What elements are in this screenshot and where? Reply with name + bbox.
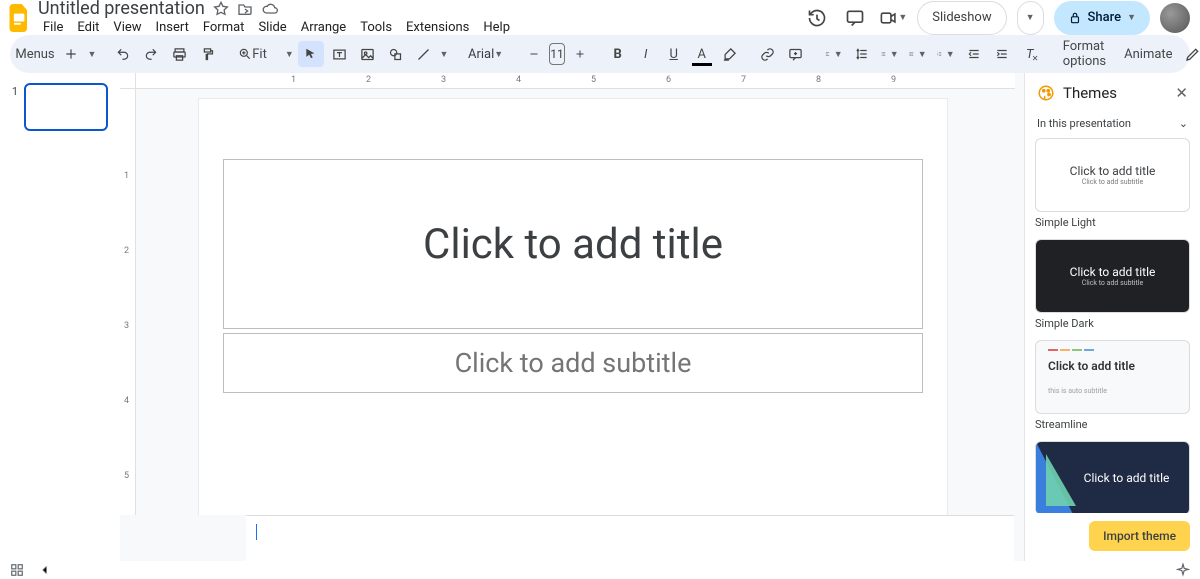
chevron-down-icon: ⌄ xyxy=(1179,117,1188,130)
themes-panel: Themes ✕ In this presentation ⌄ Click to… xyxy=(1024,73,1200,561)
align-button[interactable]: ▼ xyxy=(821,41,847,67)
insert-link-button[interactable] xyxy=(755,41,781,67)
history-icon[interactable] xyxy=(803,4,831,32)
doc-title[interactable]: Untitled presentation xyxy=(38,0,205,19)
themes-section-toggle[interactable]: In this presentation ⌄ xyxy=(1025,113,1200,138)
font-family-select[interactable]: Arial▼ xyxy=(462,42,509,66)
font-size-decrease[interactable] xyxy=(521,41,547,67)
redo-button[interactable] xyxy=(138,41,164,67)
move-icon[interactable] xyxy=(237,1,253,17)
import-theme-button[interactable]: Import theme xyxy=(1089,521,1190,551)
undo-button[interactable] xyxy=(110,41,136,67)
shape-tool[interactable] xyxy=(382,41,408,67)
clear-formatting-button[interactable]: T✕ xyxy=(1017,41,1043,67)
bold-button[interactable]: B xyxy=(605,41,631,67)
paint-format-button[interactable] xyxy=(194,41,220,67)
theme-label: Simple Dark xyxy=(1035,317,1190,330)
theme-streamline[interactable]: Click to add title this is auto subtitle xyxy=(1035,340,1190,414)
ruler-vertical[interactable]: 1 2 3 4 5 xyxy=(120,89,136,515)
indent-decrease-button[interactable] xyxy=(961,41,987,67)
theme-label: Simple Light xyxy=(1035,216,1190,229)
comments-icon[interactable] xyxy=(841,4,869,32)
numbered-list-button[interactable]: 123▼ xyxy=(933,41,959,67)
toolbar: Menus ▼ Fit▼ ▼ Arial▼ 11 B I U A ▼ ▼ ▼ 1… xyxy=(10,35,1190,73)
close-icon[interactable]: ✕ xyxy=(1175,84,1188,102)
print-button[interactable] xyxy=(166,41,192,67)
theme-simple-light[interactable]: Click to add title Click to add subtitle xyxy=(1035,138,1190,212)
star-icon[interactable] xyxy=(213,1,229,17)
subtitle-placeholder[interactable]: Click to add subtitle xyxy=(223,333,923,393)
filmstrip: 1 xyxy=(0,73,120,561)
theme-focus[interactable]: Click to add title xyxy=(1035,441,1190,513)
prev-slide-icon[interactable] xyxy=(36,561,54,579)
font-size-increase[interactable] xyxy=(567,41,593,67)
format-options-button[interactable]: Format options xyxy=(1055,41,1114,67)
speaker-notes[interactable] xyxy=(246,515,1014,561)
italic-button[interactable]: I xyxy=(633,41,659,67)
highlight-color-button[interactable] xyxy=(717,41,743,67)
indent-increase-button[interactable] xyxy=(989,41,1015,67)
font-size-input[interactable]: 11 xyxy=(549,43,565,65)
share-button[interactable]: Share▼ xyxy=(1054,1,1150,35)
meet-icon[interactable]: ▼ xyxy=(879,4,907,32)
textbox-tool[interactable] xyxy=(326,41,352,67)
app-logo[interactable] xyxy=(8,6,32,30)
slide-canvas[interactable]: Click to add title Click to add subtitle xyxy=(199,99,947,515)
line-tool-dropdown[interactable]: ▼ xyxy=(438,41,450,67)
line-tool[interactable] xyxy=(410,41,436,67)
account-avatar[interactable] xyxy=(1160,3,1190,33)
image-tool[interactable] xyxy=(354,41,380,67)
slideshow-button[interactable]: Slideshow xyxy=(917,1,1006,35)
text-color-button[interactable]: A xyxy=(689,41,715,67)
cloud-status-icon[interactable] xyxy=(261,1,279,17)
theme-label: Streamline xyxy=(1035,418,1190,431)
new-slide-button[interactable] xyxy=(58,41,84,67)
title-placeholder[interactable]: Click to add title xyxy=(223,159,923,329)
animate-button[interactable]: Animate xyxy=(1116,41,1180,67)
zoom-fit-dropdown[interactable]: Fit▼ xyxy=(260,41,286,67)
themes-title: Themes xyxy=(1063,84,1117,102)
line-spacing-button[interactable] xyxy=(849,41,875,67)
select-tool[interactable] xyxy=(298,41,324,67)
slide-thumbnail-1[interactable] xyxy=(24,83,108,131)
theme-simple-dark[interactable]: Click to add title Click to add subtitle xyxy=(1035,239,1190,313)
search-menus[interactable]: Menus xyxy=(20,41,46,67)
insert-comment-button[interactable] xyxy=(783,41,809,67)
ruler-horizontal[interactable]: 1 2 3 4 5 6 7 8 9 xyxy=(136,73,1015,89)
new-slide-dropdown[interactable]: ▼ xyxy=(86,41,98,67)
grid-view-icon[interactable] xyxy=(8,561,26,579)
themes-icon xyxy=(1037,84,1055,102)
slideshow-dropdown[interactable]: ▼ xyxy=(1017,1,1044,35)
underline-button[interactable]: U xyxy=(661,41,687,67)
checklist-button[interactable]: ▼ xyxy=(877,41,903,67)
pen-tool[interactable]: ▼ xyxy=(1185,41,1200,67)
bulleted-list-button[interactable]: ▼ xyxy=(905,41,931,67)
explore-icon[interactable] xyxy=(1174,561,1192,579)
svg-text:1: 1 xyxy=(937,52,938,54)
slide-number: 1 xyxy=(12,85,18,131)
